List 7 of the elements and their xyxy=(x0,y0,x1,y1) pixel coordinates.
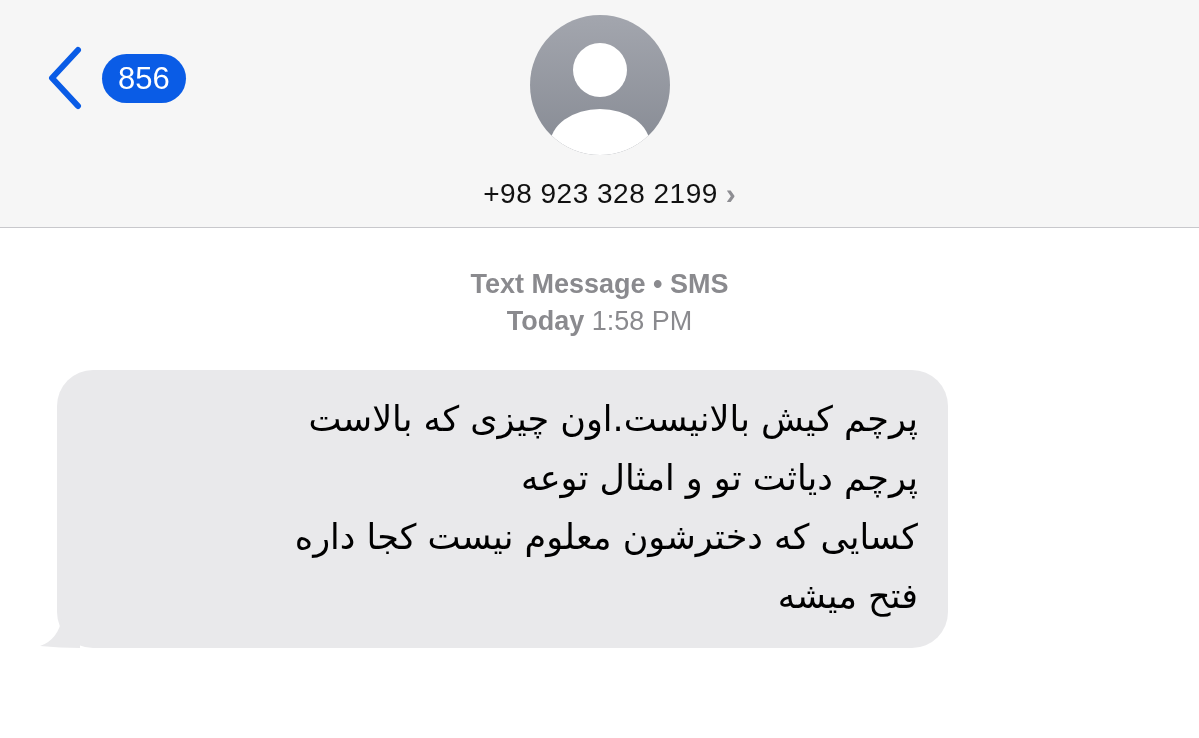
message-bubble: پرچم کیش بالانیست.اون چیزی که بالاست پرچم دیاثت تو و امثال توعه کسایی که دخترشون معلوم نیست کجا داره فتح میشه xyxy=(57,370,948,648)
service-label: Text Message • SMS xyxy=(470,269,729,299)
contact-number[interactable]: +98 923 328 2199 xyxy=(483,172,718,215)
chevron-icon[interactable]: › xyxy=(725,171,736,216)
avatar-icon xyxy=(529,15,670,155)
unread-count-badge[interactable]: 856 xyxy=(102,53,186,103)
timestamp: Today 1:58 PM xyxy=(506,306,693,336)
